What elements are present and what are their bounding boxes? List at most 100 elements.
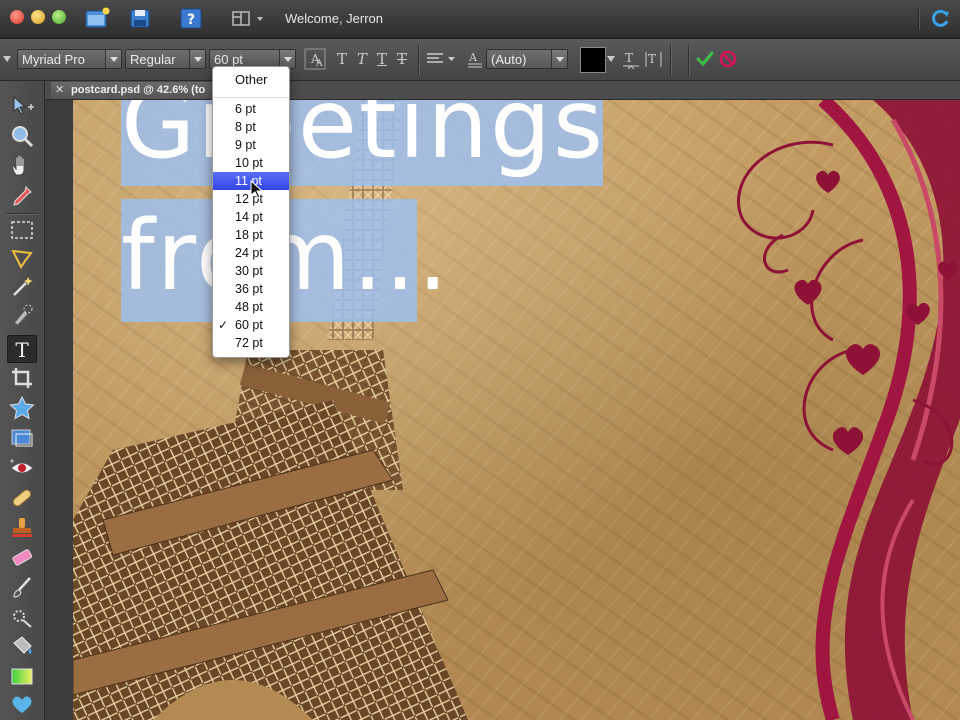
crop-icon[interactable] [8,365,36,391]
cancel-icon[interactable] [719,50,737,68]
zoom-icon[interactable] [8,123,36,149]
font-size-option[interactable]: 18 pt [213,226,289,244]
svg-text:A: A [315,59,323,69]
leading-icon: A [468,51,482,68]
font-size-option-label: 36 pt [235,282,263,296]
document-canvas[interactable]: Greetings from... [73,100,960,720]
type-tool-button[interactable]: T [7,335,37,363]
cookie-cutter-icon[interactable] [8,395,36,421]
font-style-select[interactable]: Regular [125,49,206,69]
save-icon[interactable] [130,7,150,29]
shape-icon[interactable] [8,691,36,717]
font-size-option-label: 48 pt [235,300,263,314]
font-size-option-label: 30 pt [235,264,263,278]
color-arrow-icon[interactable] [606,54,616,64]
checkmark-icon: ✓ [218,318,229,332]
font-size-option-label: 60 pt [235,318,263,332]
font-size-other-option[interactable]: Other [235,72,268,87]
options-divider [418,45,420,75]
font-size-option[interactable]: 48 pt [213,298,289,316]
heart-swirl-decoration [737,100,960,720]
welcome-text: Welcome, Jerron [285,11,384,26]
svg-text:T: T [15,338,29,362]
document-margin [45,100,73,720]
topbar-divider [918,8,920,30]
align-text-icon[interactable] [426,51,456,67]
font-size-option[interactable]: 10 pt [213,154,289,172]
font-size-option-label: 14 pt [235,210,263,224]
font-size-option-label: 9 pt [235,138,256,152]
tool-options-bar: Myriad Pro Regular 60 pt A A T T T T A (… [0,39,960,81]
smart-brush-icon[interactable] [8,603,36,629]
commit-check-icon[interactable] [696,50,714,68]
font-family-value: Myriad Pro [22,52,85,67]
paint-bucket-icon[interactable] [8,633,36,659]
eraser-icon[interactable] [8,545,36,571]
window-close-button[interactable] [10,10,24,24]
strikethrough-icon[interactable]: T [397,51,407,67]
font-size-option[interactable]: 72 pt [213,334,289,352]
font-size-option-label: 8 pt [235,120,256,134]
type-icon: T [15,338,29,362]
eyedropper-icon[interactable] [8,183,36,209]
font-size-option-label: 72 pt [235,336,263,350]
menu-divider [213,97,289,98]
mouse-pointer-icon [250,180,264,199]
font-size-option[interactable]: 8 pt [213,118,289,136]
headline-line1[interactable]: Greetings [121,100,605,172]
font-size-option-label: 10 pt [235,156,263,170]
brush-icon[interactable] [8,575,36,601]
magic-wand-icon[interactable] [8,273,36,299]
marquee-icon[interactable] [8,217,36,243]
quick-selection-icon[interactable] [8,301,36,327]
new-file-icon[interactable] [85,7,111,29]
lasso-icon[interactable] [8,245,36,271]
options-divider [688,45,690,75]
anti-alias-icon[interactable]: A A [304,48,326,70]
svg-text:T: T [648,52,656,66]
window-minimize-button[interactable] [31,10,45,24]
close-icon[interactable]: ✕ [55,82,64,99]
sync-icon[interactable] [930,7,952,29]
faux-bold-icon[interactable]: T [337,51,347,67]
clone-stamp-icon[interactable] [8,515,36,541]
help-icon[interactable]: ? [180,7,202,29]
font-family-select[interactable]: Myriad Pro [17,49,122,69]
font-size-option[interactable]: 14 pt [213,208,289,226]
options-divider [670,45,672,75]
hand-icon[interactable] [8,153,36,179]
tool-preset-arrow-icon[interactable] [2,54,12,64]
font-size-option-label: 6 pt [235,102,256,116]
chevron-down-icon [105,50,121,68]
svg-text:A: A [468,51,478,64]
font-size-menu: Other 6 pt 8 pt 9 pt 10 pt 11 pt 12 pt 14 pt 18… [212,66,290,358]
font-size-option[interactable]: 9 pt [213,136,289,154]
tools-panel: T [0,81,45,720]
text-color-swatch[interactable] [580,47,606,73]
warp-text-icon[interactable]: T [644,49,664,71]
font-size-option[interactable]: 36 pt [213,280,289,298]
font-size-option[interactable]: 30 pt [213,262,289,280]
font-size-option[interactable]: ✓ 60 pt [213,316,289,334]
move-icon[interactable] [8,93,36,119]
font-size-option[interactable]: 24 pt [213,244,289,262]
font-size-option[interactable]: 6 pt [213,100,289,118]
tools-divider [6,213,38,215]
faux-italic-icon[interactable]: T [357,51,367,67]
straighten-icon[interactable] [8,425,36,451]
font-style-value: Regular [130,52,176,67]
window-zoom-button[interactable] [52,10,66,24]
underline-icon[interactable]: T [377,51,387,67]
workspace-layout-icon[interactable] [232,7,266,29]
healing-brush-icon[interactable] [8,485,36,511]
chevron-down-icon [551,50,567,68]
red-eye-icon[interactable] [8,455,36,481]
gradient-icon[interactable] [8,663,36,689]
font-size-option-label: 24 pt [235,246,263,260]
leading-select[interactable]: (Auto) [486,49,568,69]
vertical-text-icon[interactable]: T [622,49,640,71]
document-tab-title: postcard.psd @ 42.6% (to [71,84,206,96]
document-tab-bar: ✕ postcard.psd @ 42.6% (to [45,81,960,100]
leading-value: (Auto) [491,52,527,67]
application-bar: ? Welcome, Jerron [0,0,960,39]
